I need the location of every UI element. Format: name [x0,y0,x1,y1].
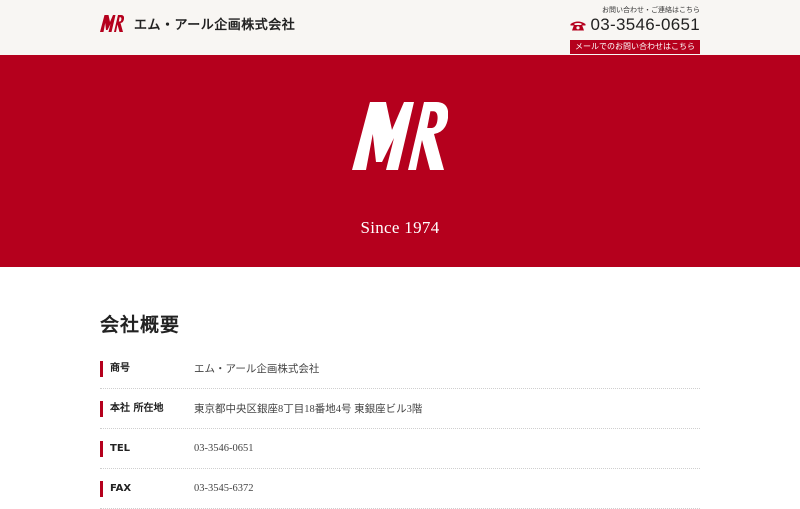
info-value: 03-3545-6372 [194,483,254,494]
phone-number: 03-3546-0651 [590,15,700,34]
phone-icon [570,21,586,30]
page-title: 会社概要 [100,314,181,336]
company-name: エム・アール企画株式会社 [134,18,296,33]
info-value: 東京都中央区銀座8丁目18番地4号 東銀座ビル3階 [194,404,423,415]
mail-contact-button[interactable]: メールでのお問い合わせはこちら [570,40,700,54]
info-label: FAX [100,480,194,497]
info-value: 03-3546-0651 [194,443,254,454]
info-row-tel: TEL 03-3546-0651 [100,429,700,469]
company-overview-section: 会社概要 商号 エム・アール企画株式会社 本社 所在地 東京都中央区銀座8丁目1… [100,310,700,509]
site-header: エム・アール企画株式会社 お問い合わせ・ご連絡はこちら 03-3546-0651… [0,0,800,55]
contact-caption: お問い合わせ・ご連絡はこちら [602,6,700,14]
brand-link[interactable]: エム・アール企画株式会社 [100,14,295,33]
mr-logo-large-icon [352,102,448,170]
mr-logo-icon [100,15,124,32]
since-text: Since 1974 [360,218,440,237]
company-info-table: 商号 エム・アール企画株式会社 本社 所在地 東京都中央区銀座8丁目18番地4号… [100,349,700,509]
contact-block: お問い合わせ・ご連絡はこちら 03-3546-0651 メールでのお問い合わせは… [570,6,700,54]
info-label: TEL [100,440,194,457]
info-label: 商号 [100,360,194,377]
info-value: エム・アール企画株式会社 [194,364,320,375]
phone-link[interactable]: 03-3546-0651 [570,16,700,34]
hero-banner: Since 1974 [0,55,800,267]
info-row-fax: FAX 03-3545-6372 [100,469,700,509]
info-label: 本社 所在地 [100,400,194,417]
info-row-address: 本社 所在地 東京都中央区銀座8丁目18番地4号 東銀座ビル3階 [100,389,700,429]
info-row-trade-name: 商号 エム・アール企画株式会社 [100,349,700,389]
